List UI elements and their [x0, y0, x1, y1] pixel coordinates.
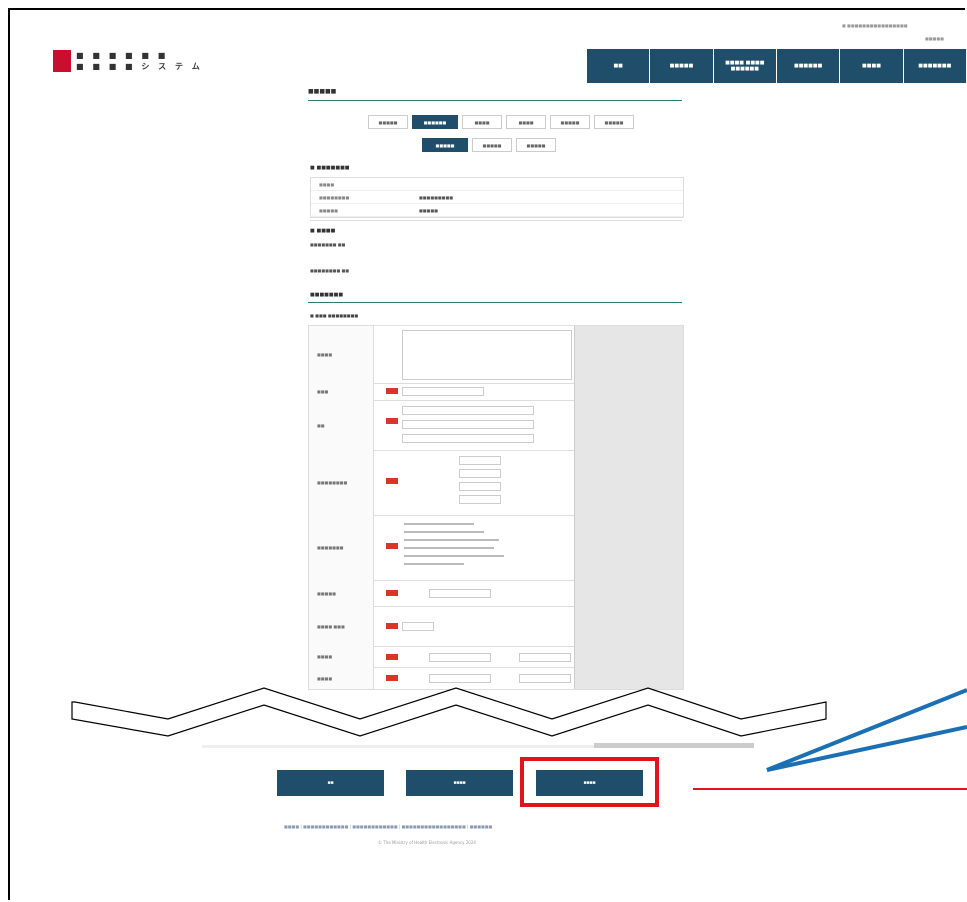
annotation-callout: [693, 688, 967, 790]
footer-links[interactable]: ■■■■ | ■■■■■■■■■■■■ | ■■■■■■■■■■■■ | ■■■…: [284, 824, 492, 829]
callout-arrow-line-1: [766, 688, 967, 772]
copyright: © The Ministry of Health Electronic Agen…: [378, 840, 476, 845]
callout-arrow-line-2: [766, 725, 967, 772]
